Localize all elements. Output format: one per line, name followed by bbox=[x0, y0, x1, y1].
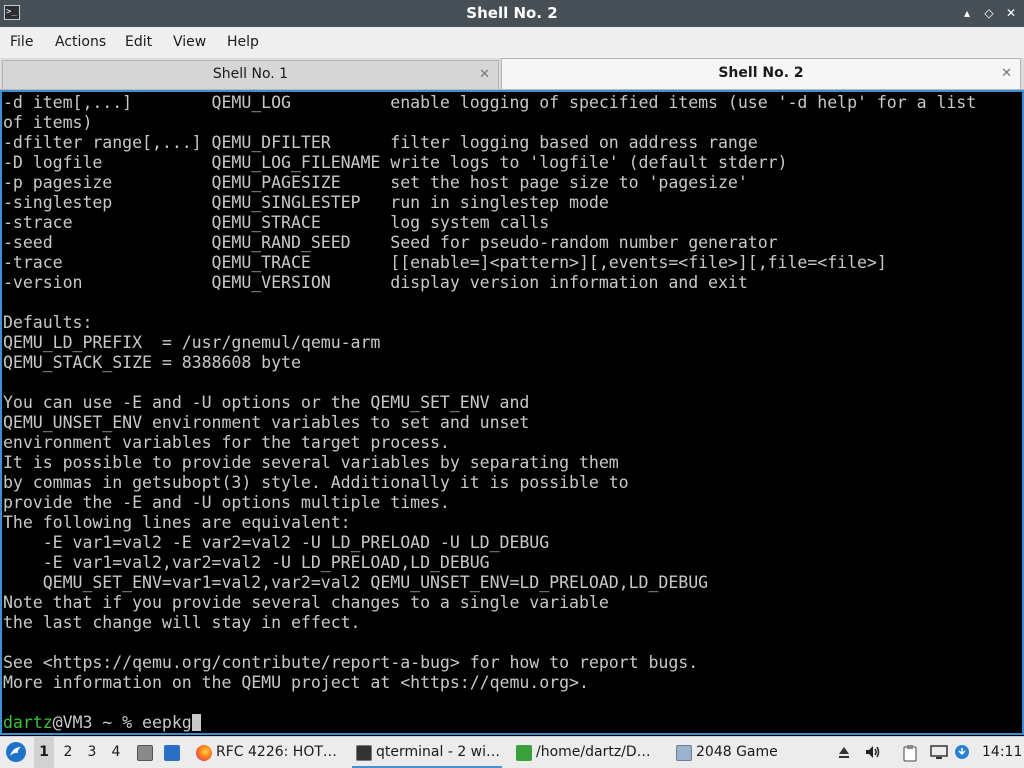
tab-label: Shell No. 2 bbox=[718, 65, 804, 81]
close-tab-icon[interactable]: ✕ bbox=[1001, 59, 1012, 88]
menu-view[interactable]: View bbox=[173, 27, 206, 58]
task-file-manager[interactable]: /home/dartz/D… bbox=[512, 737, 662, 768]
tab-label: Shell No. 1 bbox=[212, 66, 289, 82]
close-tab-icon[interactable]: ✕ bbox=[479, 61, 490, 88]
terminal-output: -d item[,...] QEMU_LOG enable logging of… bbox=[3, 93, 976, 713]
terminal-line: You can use -E and -U options or the QEM… bbox=[3, 393, 530, 412]
workspace-4[interactable]: 4 bbox=[106, 737, 126, 768]
prompt-command: eepkg bbox=[142, 713, 192, 732]
terminal-line: -D logfile QEMU_LOG_FILENAME write logs … bbox=[3, 153, 788, 172]
terminal-line: QEMU_LD_PREFIX = /usr/gnemul/qemu-arm bbox=[3, 333, 381, 352]
update-notifier-icon[interactable] bbox=[954, 744, 970, 761]
prompt-line[interactable]: dartz@VM3 ~ % eepkg bbox=[3, 713, 201, 733]
clipboard-icon[interactable] bbox=[902, 744, 918, 762]
terminal-line: -E var1=val2 -E var2=val2 -U LD_PRELOAD … bbox=[3, 533, 550, 552]
terminal-line: See <https://qemu.org/contribute/report-… bbox=[3, 653, 699, 672]
terminal-line: QEMU_SET_ENV=var1=val2,var2=val2 QEMU_UN… bbox=[3, 573, 709, 592]
tab-shell-1[interactable]: Shell No. 1 ✕ bbox=[2, 60, 499, 89]
workspace-3[interactable]: 3 bbox=[82, 737, 102, 768]
task-label: RFC 4226: HOT… bbox=[216, 744, 337, 760]
terminal-line: the last change will stay in effect. bbox=[3, 613, 361, 632]
tab-shell-2[interactable]: Shell No. 2 ✕ bbox=[501, 58, 1021, 89]
terminal-line: of items) bbox=[3, 113, 93, 132]
terminal-line: environment variables for the target pro… bbox=[3, 433, 450, 452]
eject-icon[interactable] bbox=[836, 744, 852, 761]
terminal-view[interactable]: -d item[,...] QEMU_LOG enable logging of… bbox=[0, 90, 1024, 735]
task-label: qterminal - 2 wi… bbox=[376, 744, 501, 760]
volume-icon[interactable] bbox=[864, 744, 880, 761]
terminal-line: by commas in getsubopt(3) style. Additio… bbox=[3, 473, 629, 492]
workspace-2[interactable]: 2 bbox=[58, 737, 78, 768]
task-2048-game[interactable]: 2048 Game bbox=[672, 737, 792, 768]
text-cursor bbox=[191, 714, 201, 731]
terminal-line: -E var1=val2,var2=val2 -U LD_PRELOAD,LD_… bbox=[3, 553, 490, 572]
quicklaunch-files[interactable] bbox=[134, 737, 156, 768]
window-titlebar: >_ Shell No. 2 ▴ ◇ ✕ bbox=[0, 0, 1024, 27]
terminal-line: -version QEMU_VERSION display version in… bbox=[3, 273, 748, 292]
terminal-line: -seed QEMU_RAND_SEED Seed for pseudo-ran… bbox=[3, 233, 778, 252]
terminal-line: -singlestep QEMU_SINGLESTEP run in singl… bbox=[3, 193, 609, 212]
menu-file[interactable]: File bbox=[10, 27, 33, 58]
terminal-line: -d item[,...] QEMU_LOG enable logging of… bbox=[3, 93, 977, 112]
folder-icon bbox=[516, 745, 532, 761]
terminal-line: More information on the QEMU project at … bbox=[3, 673, 589, 692]
taskbar: 1 2 3 4 RFC 4226: HOT… qterminal - 2 wi…… bbox=[0, 736, 1024, 768]
terminal-line: -p pagesize QEMU_PAGESIZE set the host p… bbox=[3, 173, 748, 192]
window-icon bbox=[676, 745, 692, 761]
start-menu-icon bbox=[6, 742, 26, 762]
prompt-host-path: @VM3 ~ % bbox=[52, 713, 143, 732]
menu-actions[interactable]: Actions bbox=[55, 27, 106, 58]
terminal-line: provide the -E and -U options multiple t… bbox=[3, 493, 450, 512]
firefox-icon bbox=[196, 745, 212, 761]
maximize-button[interactable]: ◇ bbox=[980, 4, 998, 22]
terminal-line: QEMU_UNSET_ENV environment variables to … bbox=[3, 413, 530, 432]
terminal-line: It is possible to provide several variab… bbox=[3, 453, 619, 472]
terminal-line: Defaults: bbox=[3, 313, 93, 332]
prompt-user: dartz bbox=[3, 713, 53, 732]
desktop-icon bbox=[164, 745, 180, 761]
task-label: /home/dartz/D… bbox=[536, 744, 651, 760]
task-label: 2048 Game bbox=[696, 744, 778, 760]
terminal-line: -strace QEMU_STRACE log system calls bbox=[3, 213, 550, 232]
close-window-button[interactable]: ✕ bbox=[1002, 4, 1020, 22]
menu-help[interactable]: Help bbox=[227, 27, 259, 58]
terminal-icon bbox=[356, 745, 372, 761]
task-qterminal[interactable]: qterminal - 2 wi… bbox=[352, 737, 502, 768]
terminal-line: Note that if you provide several changes… bbox=[3, 593, 609, 612]
files-icon bbox=[137, 745, 153, 761]
terminal-line: -dfilter range[,...] QEMU_DFILTER filter… bbox=[3, 133, 758, 152]
menu-bar: File Actions Edit View Help bbox=[0, 27, 1024, 58]
start-menu-button[interactable] bbox=[4, 737, 28, 768]
workspace-1[interactable]: 1 bbox=[34, 737, 54, 768]
terminal-line: QEMU_STACK_SIZE = 8388608 byte bbox=[3, 353, 301, 372]
window-title: Shell No. 2 bbox=[466, 4, 558, 22]
task-firefox[interactable]: RFC 4226: HOT… bbox=[192, 737, 340, 768]
tab-bar: Shell No. 1 ✕ Shell No. 2 ✕ bbox=[0, 58, 1024, 90]
clock[interactable]: 14:11 bbox=[982, 737, 1022, 768]
menu-edit[interactable]: Edit bbox=[125, 27, 152, 58]
terminal-line: The following lines are equivalent: bbox=[3, 513, 351, 532]
terminal-line: -trace QEMU_TRACE [[enable=]<pattern>][,… bbox=[3, 253, 887, 272]
show-desktop-button[interactable] bbox=[160, 737, 184, 768]
minimize-button[interactable]: ▴ bbox=[958, 4, 976, 22]
network-icon[interactable] bbox=[930, 744, 948, 761]
